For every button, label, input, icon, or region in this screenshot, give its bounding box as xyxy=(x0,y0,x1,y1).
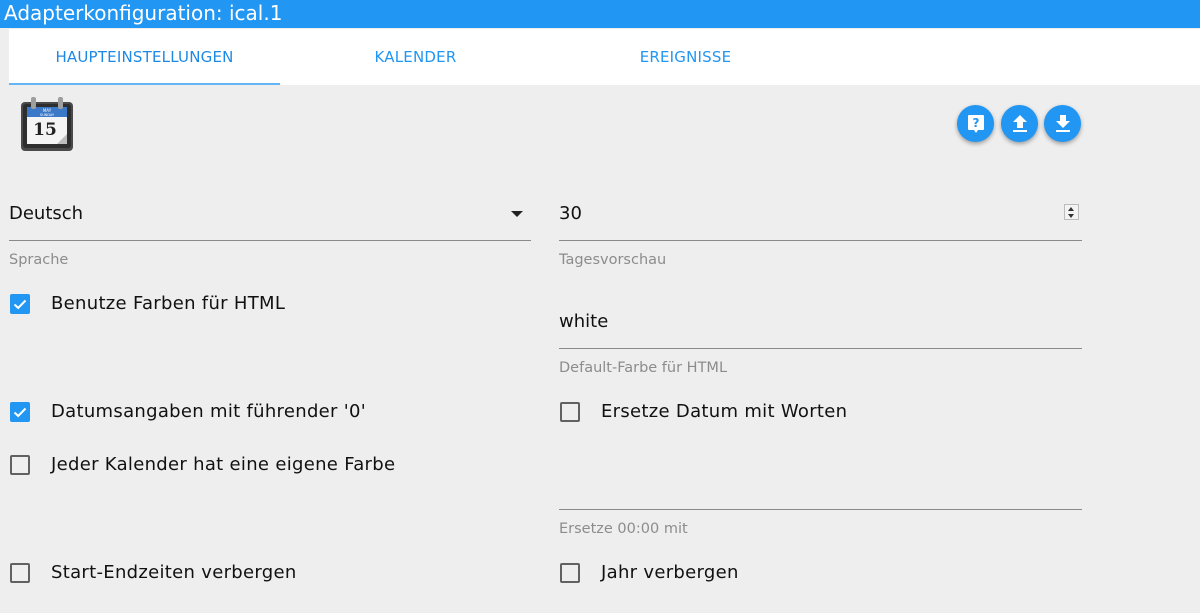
upload-button[interactable] xyxy=(1001,105,1038,142)
default-color-value: white xyxy=(559,311,609,332)
logo-day-name: SUNDAY xyxy=(40,113,55,117)
preview-days-input[interactable]: 30 Tagesvorschau xyxy=(559,202,1082,272)
help-icon: ? xyxy=(967,114,984,133)
preview-days-label: Tagesvorschau xyxy=(559,252,667,268)
default-color-underline xyxy=(559,348,1082,349)
download-button[interactable] xyxy=(1044,105,1081,142)
language-select-value: Deutsch xyxy=(9,203,84,224)
window-title: Adapterkonfiguration: ical.1 xyxy=(0,0,1200,28)
tab-haupteinstellungen[interactable]: HAUPTEINSTELLUNGEN xyxy=(9,29,280,85)
preview-days-underline xyxy=(559,240,1082,241)
use-colors-label: Benutze Farben für HTML xyxy=(51,293,286,314)
adapter-logo: MAY SUNDAY 15 xyxy=(19,94,75,152)
spinner-down-icon xyxy=(1068,214,1074,218)
default-color-label: Default-Farbe für HTML xyxy=(559,360,728,376)
replace-midnight-underline xyxy=(559,509,1082,510)
logo-day-number: 15 xyxy=(33,120,57,140)
help-button[interactable]: ? xyxy=(957,105,994,142)
svg-text:?: ? xyxy=(972,116,979,130)
tab-bar: HAUPTEINSTELLUNGEN KALENDER EREIGNISSE xyxy=(9,29,1200,85)
replace-midnight-input[interactable]: Ersetze 00:00 mit xyxy=(559,472,1082,542)
hide-year-label: Jahr verbergen xyxy=(601,562,739,583)
active-tab-indicator xyxy=(9,83,280,85)
calendar-icon: MAY SUNDAY 15 xyxy=(21,97,73,151)
checkbox-unchecked-icon xyxy=(560,563,580,583)
hide-times-label: Start-Endzeiten verbergen xyxy=(51,562,297,583)
upload-icon xyxy=(1012,114,1027,132)
chevron-down-icon xyxy=(511,211,523,217)
own-colors-label: Jeder Kalender hat eine eigene Farbe xyxy=(51,454,396,475)
default-color-input[interactable]: white Default-Farbe für HTML xyxy=(559,310,1082,380)
spinner-up-icon xyxy=(1068,207,1074,211)
checkbox-unchecked-icon xyxy=(560,402,580,422)
checkbox-checked-icon xyxy=(10,402,30,422)
replace-date-label: Ersetze Datum mit Worten xyxy=(601,401,848,422)
checkbox-unchecked-icon xyxy=(10,455,30,475)
leading-zero-label: Datumsangaben mit führender '0' xyxy=(51,401,367,422)
replace-midnight-label: Ersetze 00:00 mit xyxy=(559,521,688,537)
language-select-label: Sprache xyxy=(9,252,69,268)
number-spinner[interactable] xyxy=(1064,204,1079,220)
language-select-underline xyxy=(9,240,531,241)
tab-kalender[interactable]: KALENDER xyxy=(280,29,551,85)
checkbox-checked-icon xyxy=(10,294,30,314)
tab-ereignisse[interactable]: EREIGNISSE xyxy=(550,29,821,85)
language-select[interactable]: Deutsch Sprache xyxy=(9,202,531,272)
checkbox-unchecked-icon xyxy=(10,563,30,583)
preview-days-value: 30 xyxy=(559,203,582,224)
download-icon xyxy=(1055,114,1070,132)
